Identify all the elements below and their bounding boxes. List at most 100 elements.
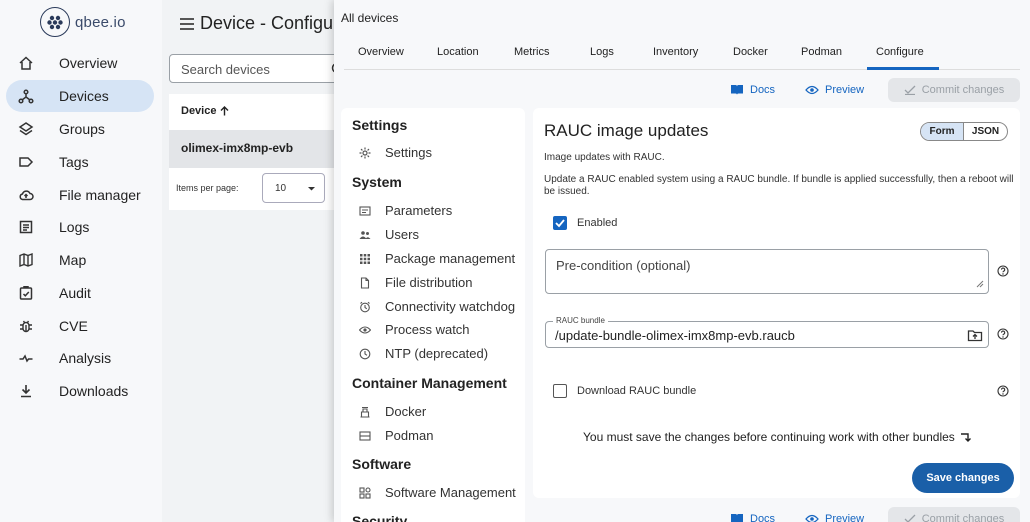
docs-button[interactable]: Docs bbox=[730, 513, 775, 522]
preview-button[interactable]: Preview bbox=[805, 84, 864, 96]
docs-label: Docs bbox=[750, 84, 776, 96]
download-checkbox-row[interactable]: Download RAUC bundle bbox=[553, 384, 696, 398]
nav-item-logs[interactable]: Logs bbox=[6, 211, 154, 243]
users-icon bbox=[359, 229, 371, 241]
rauc-bundle-value: /update-bundle-olimex-imx8mp-evb.raucb bbox=[555, 328, 795, 343]
commit-label: Commit changes bbox=[921, 513, 1005, 522]
form-title: RAUC image updates bbox=[544, 121, 709, 140]
items-per-page-select[interactable]: 10 bbox=[262, 173, 325, 203]
brand-name: qbee.io bbox=[75, 13, 126, 31]
nav-label: Devices bbox=[59, 88, 109, 104]
nav-label: Tags bbox=[59, 154, 89, 170]
column-label: Device bbox=[181, 105, 217, 117]
nav-item-file-manager[interactable]: File manager bbox=[6, 179, 154, 211]
menu-item-label: Parameters bbox=[385, 203, 453, 218]
qbee-logo-icon bbox=[40, 7, 70, 37]
menu-item-users[interactable]: Users bbox=[359, 227, 419, 243]
tab-docker[interactable]: Docker bbox=[733, 46, 768, 58]
tab-metrics[interactable]: Metrics bbox=[514, 46, 549, 58]
arrow-turn-down-icon bbox=[960, 431, 972, 443]
nav-label: CVE bbox=[59, 318, 88, 334]
menu-item-label: Package management bbox=[385, 251, 516, 266]
form-json-toggle[interactable]: Form JSON bbox=[920, 122, 1008, 141]
nav-item-audit[interactable]: Audit bbox=[6, 277, 154, 309]
file-icon bbox=[359, 277, 371, 289]
nav-item-overview[interactable]: Overview bbox=[6, 47, 154, 79]
save-changes-button[interactable]: Save changes bbox=[912, 463, 1014, 493]
file-upload-icon[interactable] bbox=[967, 327, 983, 343]
tab-location[interactable]: Location bbox=[437, 46, 479, 58]
gear-icon bbox=[359, 147, 371, 159]
section-software: Software bbox=[352, 456, 412, 472]
nav-item-groups[interactable]: Groups bbox=[6, 113, 154, 145]
commit-changes-button[interactable]: Commit changes bbox=[888, 78, 1020, 102]
settings-menu: Settings Settings System Parameters User… bbox=[341, 108, 525, 522]
section-system: System bbox=[352, 174, 402, 190]
menu-item-software-management[interactable]: Software Management bbox=[359, 485, 516, 501]
menu-item-label: Podman bbox=[385, 428, 434, 443]
bottom-action-bar: Docs Preview Commit changes bbox=[730, 507, 1020, 522]
chevron-down-icon bbox=[307, 184, 316, 193]
nav-item-map[interactable]: Map bbox=[6, 244, 154, 276]
help-icon[interactable] bbox=[997, 328, 1009, 340]
device-column-header[interactable]: Device bbox=[181, 105, 229, 117]
docker-icon bbox=[359, 406, 371, 418]
breadcrumb-all-devices[interactable]: All devices bbox=[341, 11, 398, 25]
preview-button[interactable]: Preview bbox=[805, 513, 864, 522]
menu-item-parameters[interactable]: Parameters bbox=[359, 203, 452, 219]
analysis-icon bbox=[18, 350, 34, 366]
enabled-checkbox[interactable] bbox=[553, 216, 567, 230]
clipboard-check-icon bbox=[18, 285, 34, 301]
menu-item-ntp[interactable]: NTP (deprecated) bbox=[359, 346, 488, 362]
menu-item-package-management[interactable]: Package management bbox=[359, 251, 515, 267]
precondition-field[interactable]: Pre-condition (optional) bbox=[545, 249, 989, 294]
rauc-bundle-field[interactable]: RAUC bundle /update-bundle-olimex-imx8mp… bbox=[545, 316, 989, 348]
download-checkbox[interactable] bbox=[553, 384, 567, 398]
commit-changes-button[interactable]: Commit changes bbox=[888, 507, 1020, 522]
tab-configure[interactable]: Configure bbox=[876, 46, 924, 58]
menu-item-connectivity-watchdog[interactable]: Connectivity watchdog bbox=[359, 299, 515, 315]
grid-icon bbox=[359, 253, 371, 265]
tab-inventory[interactable]: Inventory bbox=[653, 46, 698, 58]
cloud-upload-icon bbox=[18, 187, 34, 203]
commit-label: Commit changes bbox=[921, 84, 1005, 96]
check-icon bbox=[904, 85, 916, 95]
parameters-icon bbox=[359, 205, 371, 217]
bug-icon bbox=[18, 318, 34, 334]
tab-podman[interactable]: Podman bbox=[801, 46, 842, 58]
menu-item-settings[interactable]: Settings bbox=[359, 145, 432, 161]
brand-logo[interactable]: qbee.io bbox=[40, 7, 126, 37]
menu-item-file-distribution[interactable]: File distribution bbox=[359, 275, 472, 291]
menu-item-podman[interactable]: Podman bbox=[359, 428, 433, 444]
menu-item-label: Settings bbox=[385, 145, 432, 160]
docs-button[interactable]: Docs bbox=[730, 84, 775, 96]
tab-overview[interactable]: Overview bbox=[358, 46, 404, 58]
home-icon bbox=[18, 55, 34, 71]
menu-item-process-watch[interactable]: Process watch bbox=[359, 322, 470, 338]
menu-item-label: Software Management bbox=[385, 485, 516, 500]
search-placeholder: Search devices bbox=[181, 62, 270, 77]
menu-item-docker[interactable]: Docker bbox=[359, 404, 426, 420]
table-row[interactable]: olimex-imx8mp-evb bbox=[169, 130, 339, 168]
help-icon[interactable] bbox=[997, 265, 1009, 277]
help-icon[interactable] bbox=[997, 385, 1009, 397]
search-input[interactable]: Search devices bbox=[169, 54, 349, 83]
enabled-checkbox-row[interactable]: Enabled bbox=[553, 216, 617, 230]
nav-item-cve[interactable]: CVE bbox=[6, 310, 154, 342]
mode-form-option[interactable]: Form bbox=[921, 123, 965, 140]
nav-item-downloads[interactable]: Downloads bbox=[6, 375, 154, 407]
mode-json-option[interactable]: JSON bbox=[964, 123, 1007, 140]
save-note: You must save the changes before continu… bbox=[583, 430, 972, 444]
nav-item-analysis[interactable]: Analysis bbox=[6, 342, 154, 374]
menu-icon[interactable] bbox=[180, 17, 194, 30]
items-per-page-value: 10 bbox=[275, 183, 287, 194]
device-table: Device olimex-imx8mp-evb Items per page:… bbox=[169, 94, 339, 210]
docs-label: Docs bbox=[750, 513, 776, 522]
nav-label: File manager bbox=[59, 187, 141, 203]
nav-label: Map bbox=[59, 252, 87, 268]
preview-label: Preview bbox=[825, 84, 865, 96]
resize-handle-icon[interactable] bbox=[976, 280, 984, 288]
nav-item-devices[interactable]: Devices bbox=[6, 80, 154, 112]
tab-logs[interactable]: Logs bbox=[590, 46, 614, 58]
nav-item-tags[interactable]: Tags bbox=[6, 146, 154, 178]
